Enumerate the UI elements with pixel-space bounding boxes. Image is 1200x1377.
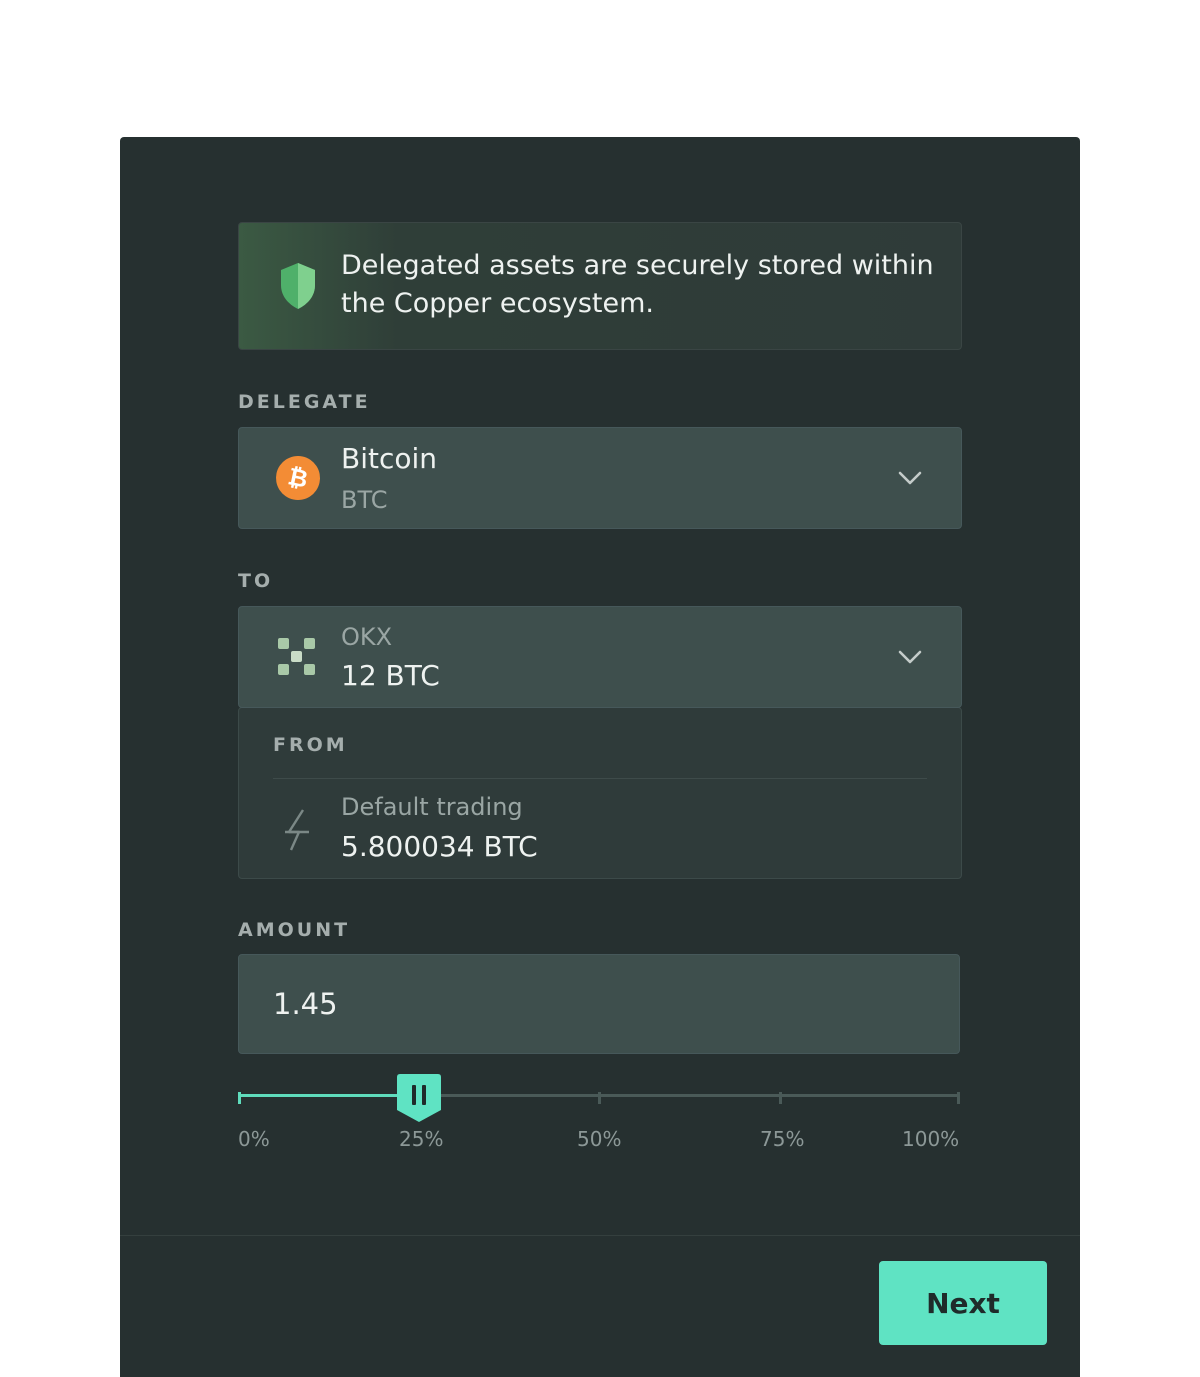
asset-select[interactable]: ₿ Bitcoin BTC [238,427,962,529]
asset-name: Bitcoin [341,442,438,475]
from-account-name: Default trading [341,793,523,821]
chevron-down-icon [898,471,922,485]
from-section: FROM Default trading 5.800034 BTC [238,707,962,879]
from-label: FROM [273,734,348,756]
from-divider [273,778,927,779]
exchange-select[interactable]: OKX 12 BTC [238,606,962,708]
amount-slider[interactable] [238,1072,960,1122]
security-notice: Delegated assets are securely stored wit… [238,222,962,350]
slider-label-50: 50% [577,1127,622,1151]
slider-label-75: 75% [760,1127,805,1151]
chevron-down-icon [898,650,922,664]
amount-input[interactable] [238,954,960,1054]
delegate-label: DELEGATE [238,391,371,413]
exchange-balance: 12 BTC [341,659,440,692]
delegation-panel: Delegated assets are securely stored wit… [120,137,1080,1377]
footer-divider [120,1235,1080,1236]
lightning-icon [285,809,309,851]
slider-tick-100 [957,1092,960,1104]
slider-tick-50 [598,1092,601,1104]
shield-icon [281,263,315,309]
bitcoin-icon: ₿ [271,451,325,505]
slider-tick-0 [238,1092,241,1104]
amount-label: AMOUNT [238,919,351,941]
slider-handle[interactable] [396,1072,442,1124]
okx-icon [278,638,315,675]
to-label: TO [238,570,274,592]
exchange-name: OKX [341,623,393,651]
notice-text: Delegated assets are securely stored wit… [341,250,934,319]
slider-tick-75 [779,1092,782,1104]
slider-label-100: 100% [902,1127,960,1151]
slider-label-0: 0% [238,1127,270,1151]
asset-ticker: BTC [341,486,388,514]
slider-fill [238,1094,419,1097]
next-button[interactable]: Next [879,1261,1047,1345]
from-balance: 5.800034 BTC [341,830,538,863]
slider-label-25: 25% [399,1127,444,1151]
